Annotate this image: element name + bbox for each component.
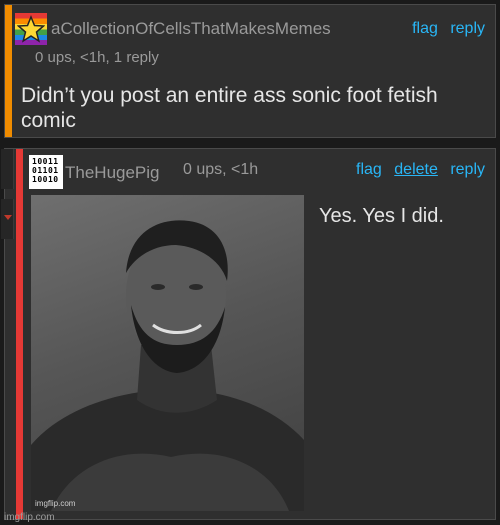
comment-actions: flag reply [404, 20, 485, 38]
comment-meta: 0 ups, <1h [183, 161, 259, 178]
flag-link[interactable]: flag [412, 20, 438, 37]
comment-username[interactable]: TheHugePig [65, 163, 160, 183]
upvote-tab[interactable] [1, 149, 14, 189]
comment-card: aCollectionOfCellsThatMakesMemes 0 ups, … [4, 4, 496, 138]
comment-meta: 0 ups, <1h, 1 reply [35, 49, 159, 66]
rainbow-star-icon [17, 15, 45, 43]
delete-link[interactable]: delete [394, 161, 438, 178]
meme-image[interactable]: imgflip.com [31, 195, 304, 511]
avatar[interactable] [15, 13, 47, 45]
portrait-photo [31, 220, 304, 511]
comment-accent-bar [5, 5, 12, 137]
comment-actions: flag delete reply [348, 161, 485, 179]
image-watermark: imgflip.com [35, 499, 76, 508]
footer-watermark: imgflip.com [4, 512, 55, 523]
binary-avatar-icon: 10011 01101 10010 [32, 157, 59, 184]
reply-link[interactable]: reply [450, 20, 485, 37]
chevron-down-icon [4, 215, 12, 220]
comment-username[interactable]: aCollectionOfCellsThatMakesMemes [51, 19, 331, 39]
avatar[interactable]: 10011 01101 10010 [29, 155, 63, 189]
downvote-tab[interactable] [1, 199, 14, 239]
reply-link[interactable]: reply [450, 161, 485, 178]
comment-accent-bar [16, 149, 23, 519]
comment-body: Didn’t you post an entire ass sonic foot… [21, 84, 438, 132]
comment-body: Yes. Yes I did. [319, 205, 444, 227]
flag-link[interactable]: flag [356, 161, 382, 178]
reply-comment-card: 10011 01101 10010 TheHugePig 0 ups, <1h … [1, 148, 496, 520]
